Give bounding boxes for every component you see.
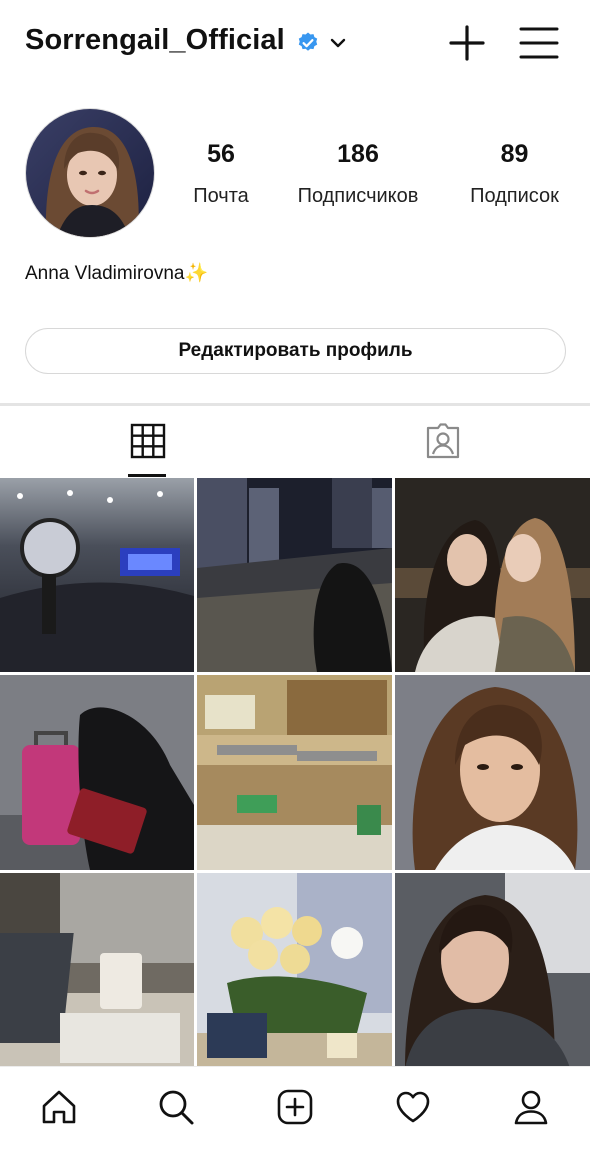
heart-icon [396,1091,430,1123]
profile-icon [514,1090,548,1125]
post-thumbnail-friends[interactable] [395,478,590,672]
stat-followers[interactable]: 186 Подписчиков [285,140,431,208]
add-post-icon [277,1089,313,1125]
search-icon [159,1090,194,1125]
new-post-icon[interactable] [448,24,486,62]
stat-following-label: Подписок [470,185,559,207]
stat-following-value: 89 [500,140,529,168]
nav-profile[interactable] [509,1085,553,1129]
tagged-icon [426,423,459,459]
top-bar: Sorrengail_Official [0,0,590,88]
home-icon [42,1090,76,1124]
menu-icon[interactable] [518,24,560,62]
nav-activity[interactable] [391,1085,435,1129]
post-thumbnail-concert[interactable] [0,478,194,672]
active-tab-indicator [128,474,166,477]
posts-grid [0,478,590,1068]
nav-add-post[interactable] [273,1085,317,1129]
verified-badge-icon [298,32,318,51]
nav-home[interactable] [37,1085,81,1129]
grid-icon [130,423,165,459]
post-thumbnail-classroom[interactable] [197,675,392,870]
post-thumbnail-portrait[interactable] [395,675,590,870]
tab-posts-grid[interactable] [0,406,295,476]
bottom-navigation [0,1066,590,1154]
edit-profile-button[interactable]: Редактировать профиль [25,328,566,374]
post-thumbnail-night-city[interactable] [197,478,392,672]
post-thumbnail-airport[interactable] [0,675,194,870]
stat-posts-value: 56 [207,140,235,168]
stat-followers-value: 186 [337,140,379,168]
profile-avatar[interactable] [25,108,155,238]
profile-full-name: Anna Vladimirovna✨ [25,263,209,284]
post-thumbnail-laptop-coffee[interactable] [0,873,194,1068]
tab-tagged[interactable] [295,406,590,476]
post-thumbnail-car-selfie[interactable] [395,873,590,1068]
post-thumbnail-flowers[interactable] [197,873,392,1068]
stat-followers-label: Подписчиков [297,185,419,207]
stat-posts-label: Почта [193,185,249,207]
profile-username[interactable]: Sorrengail_Official [25,24,285,57]
chevron-down-icon[interactable] [328,33,348,53]
nav-search[interactable] [154,1085,198,1129]
stat-posts[interactable]: 56 Почта [183,140,259,208]
stat-following[interactable]: 89 Подписок [459,140,570,208]
